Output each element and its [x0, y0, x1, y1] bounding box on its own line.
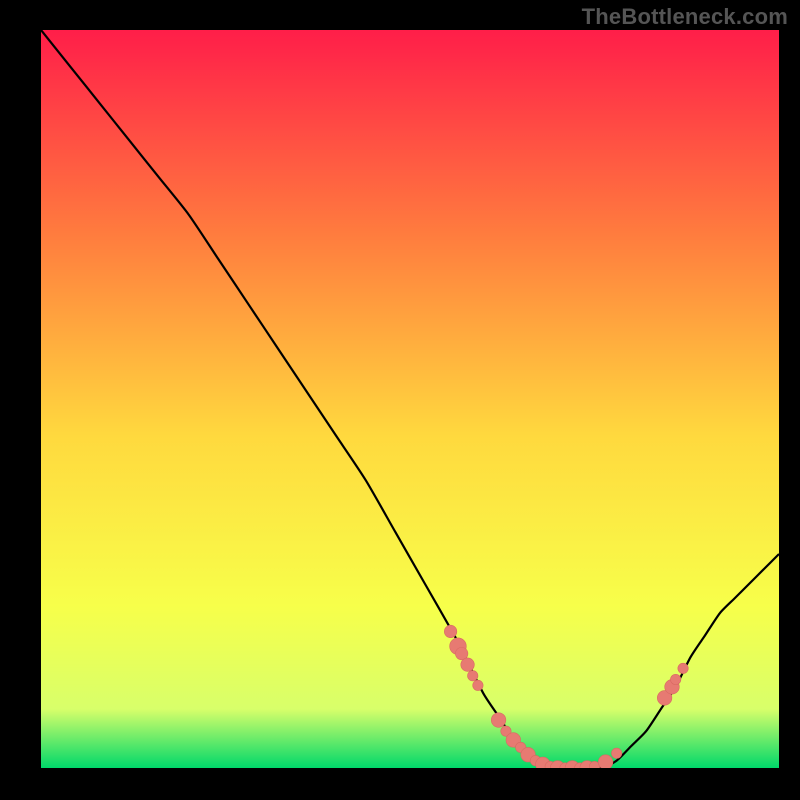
- curve-marker: [473, 680, 483, 690]
- curve-marker: [468, 671, 478, 681]
- chart-svg: [41, 30, 779, 768]
- curve-marker: [598, 755, 613, 768]
- chart-background: [41, 30, 779, 768]
- curve-marker: [678, 663, 688, 673]
- curve-marker: [444, 625, 456, 637]
- watermark-text: TheBottleneck.com: [582, 4, 788, 30]
- curve-marker: [611, 748, 621, 758]
- plot-area: [41, 30, 779, 768]
- chart-frame: TheBottleneck.com: [0, 0, 800, 800]
- curve-marker: [491, 713, 506, 728]
- curve-marker: [670, 674, 680, 684]
- curve-marker: [461, 658, 475, 672]
